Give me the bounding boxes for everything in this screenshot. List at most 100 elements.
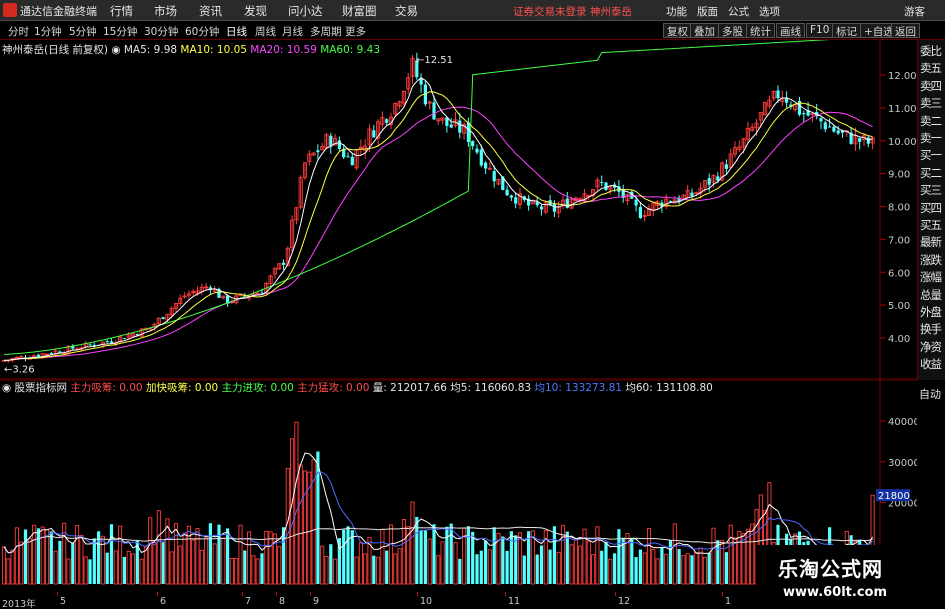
- side-item-0[interactable]: 委比: [920, 43, 945, 59]
- side-item-11[interactable]: 最新: [920, 234, 945, 250]
- volume-bar: [732, 537, 738, 585]
- volume-bar: [613, 553, 617, 584]
- menu-news[interactable]: 资讯: [199, 3, 222, 19]
- price-tick-label: 8.00: [888, 203, 910, 214]
- menu-wealth[interactable]: 财富圈: [342, 3, 377, 19]
- side-item-6[interactable]: 买一: [920, 147, 945, 163]
- period-more[interactable]: 更多: [345, 24, 366, 39]
- side-item-9[interactable]: 买四: [920, 200, 945, 216]
- adjust-button[interactable]: 复权: [663, 23, 692, 38]
- side-item-18[interactable]: 收益: [920, 356, 945, 372]
- side-item-16[interactable]: 换手: [920, 321, 945, 337]
- period-30min[interactable]: 30分钟: [144, 24, 178, 39]
- volume-bar: [105, 552, 109, 584]
- candle-body: [600, 182, 604, 184]
- menu-ask[interactable]: 问小达: [288, 3, 323, 19]
- side-item-2[interactable]: 卖四: [920, 78, 945, 94]
- menu-function[interactable]: 功能: [666, 4, 687, 19]
- vol60-value: 均60: 131108.80: [625, 382, 713, 394]
- candle-body: [475, 148, 479, 153]
- side-item-3[interactable]: 卖三: [920, 95, 945, 111]
- side-item-1[interactable]: 卖五: [920, 60, 945, 76]
- stats-button[interactable]: 统计: [746, 23, 775, 38]
- period-15min[interactable]: 15分钟: [103, 24, 137, 39]
- period-5min[interactable]: 5分钟: [69, 24, 97, 39]
- side-item-13[interactable]: 涨幅: [920, 269, 945, 285]
- menu-quotes[interactable]: 行情: [110, 3, 133, 19]
- volume-bar: [320, 545, 325, 585]
- volume-bar: [148, 517, 153, 585]
- side-item-5[interactable]: 卖一: [920, 130, 945, 146]
- menu-trade[interactable]: 交易: [395, 3, 418, 19]
- draw-line-button[interactable]: 画线: [776, 23, 805, 38]
- candlestick-chart[interactable]: 12.00 11.00 10.00 9.00 8.00 7.00 6.00 5.00 4.00 ←…: [0, 40, 917, 380]
- volume-tick-label: 30000: [888, 458, 917, 469]
- period-intraday[interactable]: 分时: [8, 24, 29, 39]
- volume-bar: [445, 526, 449, 584]
- volume-bar: [617, 529, 621, 584]
- volume-bar: [152, 542, 157, 585]
- volume-bar: [100, 535, 105, 585]
- volume-bar: [75, 525, 80, 585]
- volume-bar: [290, 438, 295, 585]
- volume-bar: [690, 555, 694, 584]
- settings-icon[interactable]: ◉: [111, 44, 124, 56]
- menu-layout[interactable]: 版面: [697, 4, 718, 19]
- candle-body: [385, 119, 389, 123]
- side-item-8[interactable]: 买三: [920, 182, 945, 198]
- volume-bar: [591, 554, 596, 585]
- price-tick-label: 12.00: [888, 71, 917, 82]
- volume-bar: [204, 537, 209, 585]
- overlay-button[interactable]: 叠加: [690, 23, 719, 38]
- volume-bar: [71, 542, 75, 584]
- menu-options[interactable]: 选项: [759, 4, 780, 19]
- candle-body: [828, 126, 832, 128]
- back-button[interactable]: 返回: [891, 23, 920, 38]
- side-item-17[interactable]: 净资: [920, 339, 945, 355]
- watermark-url: www.60lt.com: [783, 585, 888, 600]
- period-monthly[interactable]: 月线: [282, 24, 303, 39]
- side-item-7[interactable]: 买二: [920, 165, 945, 181]
- candle-body: [346, 156, 350, 158]
- volume-bar: [741, 533, 746, 585]
- volume-bar: [681, 555, 686, 585]
- side-item-4[interactable]: 卖二: [920, 113, 945, 129]
- indicator-item-1: 主力吸筹: 0.00: [70, 382, 143, 394]
- volume-bar: [737, 530, 742, 585]
- volume-bar: [58, 540, 62, 584]
- menu-bar: 通达信金融终端 行情 市场 资讯 发现 问小达 财富圈 交易 证券交易未登录 神…: [0, 0, 945, 21]
- period-multi[interactable]: 多周期: [310, 24, 342, 39]
- volume-bar: [354, 556, 359, 585]
- guest-login[interactable]: 游客: [904, 4, 925, 19]
- menu-discover[interactable]: 发现: [244, 3, 267, 19]
- side-item-15[interactable]: 外盘: [920, 304, 945, 320]
- period-weekly[interactable]: 周线: [255, 24, 276, 39]
- menu-market[interactable]: 市场: [154, 3, 177, 19]
- indicator-settings-icon[interactable]: ◉: [2, 382, 15, 394]
- candle-body: [105, 341, 109, 343]
- quote-side-panel: 委比 卖五卖四 卖三卖二 卖一 买一买二 买三买四 买五 最新涨跌 涨幅总量 外盘 换手净资 收益: [917, 40, 945, 380]
- volume-bar: [586, 540, 591, 585]
- login-status[interactable]: 证券交易未登录 神州泰岳: [513, 4, 632, 19]
- side-item-14[interactable]: 总量: [920, 287, 945, 303]
- multi-stock-button[interactable]: 多股: [718, 23, 747, 38]
- f10-button[interactable]: F10: [806, 23, 834, 38]
- mark-button[interactable]: 标记: [832, 23, 861, 38]
- side-item-12[interactable]: 涨跌: [920, 252, 945, 268]
- volume-bar: [634, 557, 638, 584]
- period-60min[interactable]: 60分钟: [185, 24, 219, 39]
- volume-bar: [539, 545, 544, 584]
- volume-bar: [642, 552, 647, 585]
- period-1min[interactable]: 1分钟: [34, 24, 62, 39]
- candle-body: [329, 135, 333, 146]
- auto-scale-label[interactable]: 自动: [919, 386, 941, 402]
- volume-bar: [484, 540, 488, 584]
- menu-formula[interactable]: 公式: [728, 4, 749, 19]
- ma60-line: [3, 40, 830, 355]
- volume-bar: [720, 540, 725, 585]
- candle-body: [638, 206, 642, 219]
- period-daily[interactable]: 日线: [226, 24, 247, 39]
- volume-bar: [226, 528, 230, 584]
- side-item-10[interactable]: 买五: [920, 217, 945, 233]
- volume-bar: [702, 556, 707, 585]
